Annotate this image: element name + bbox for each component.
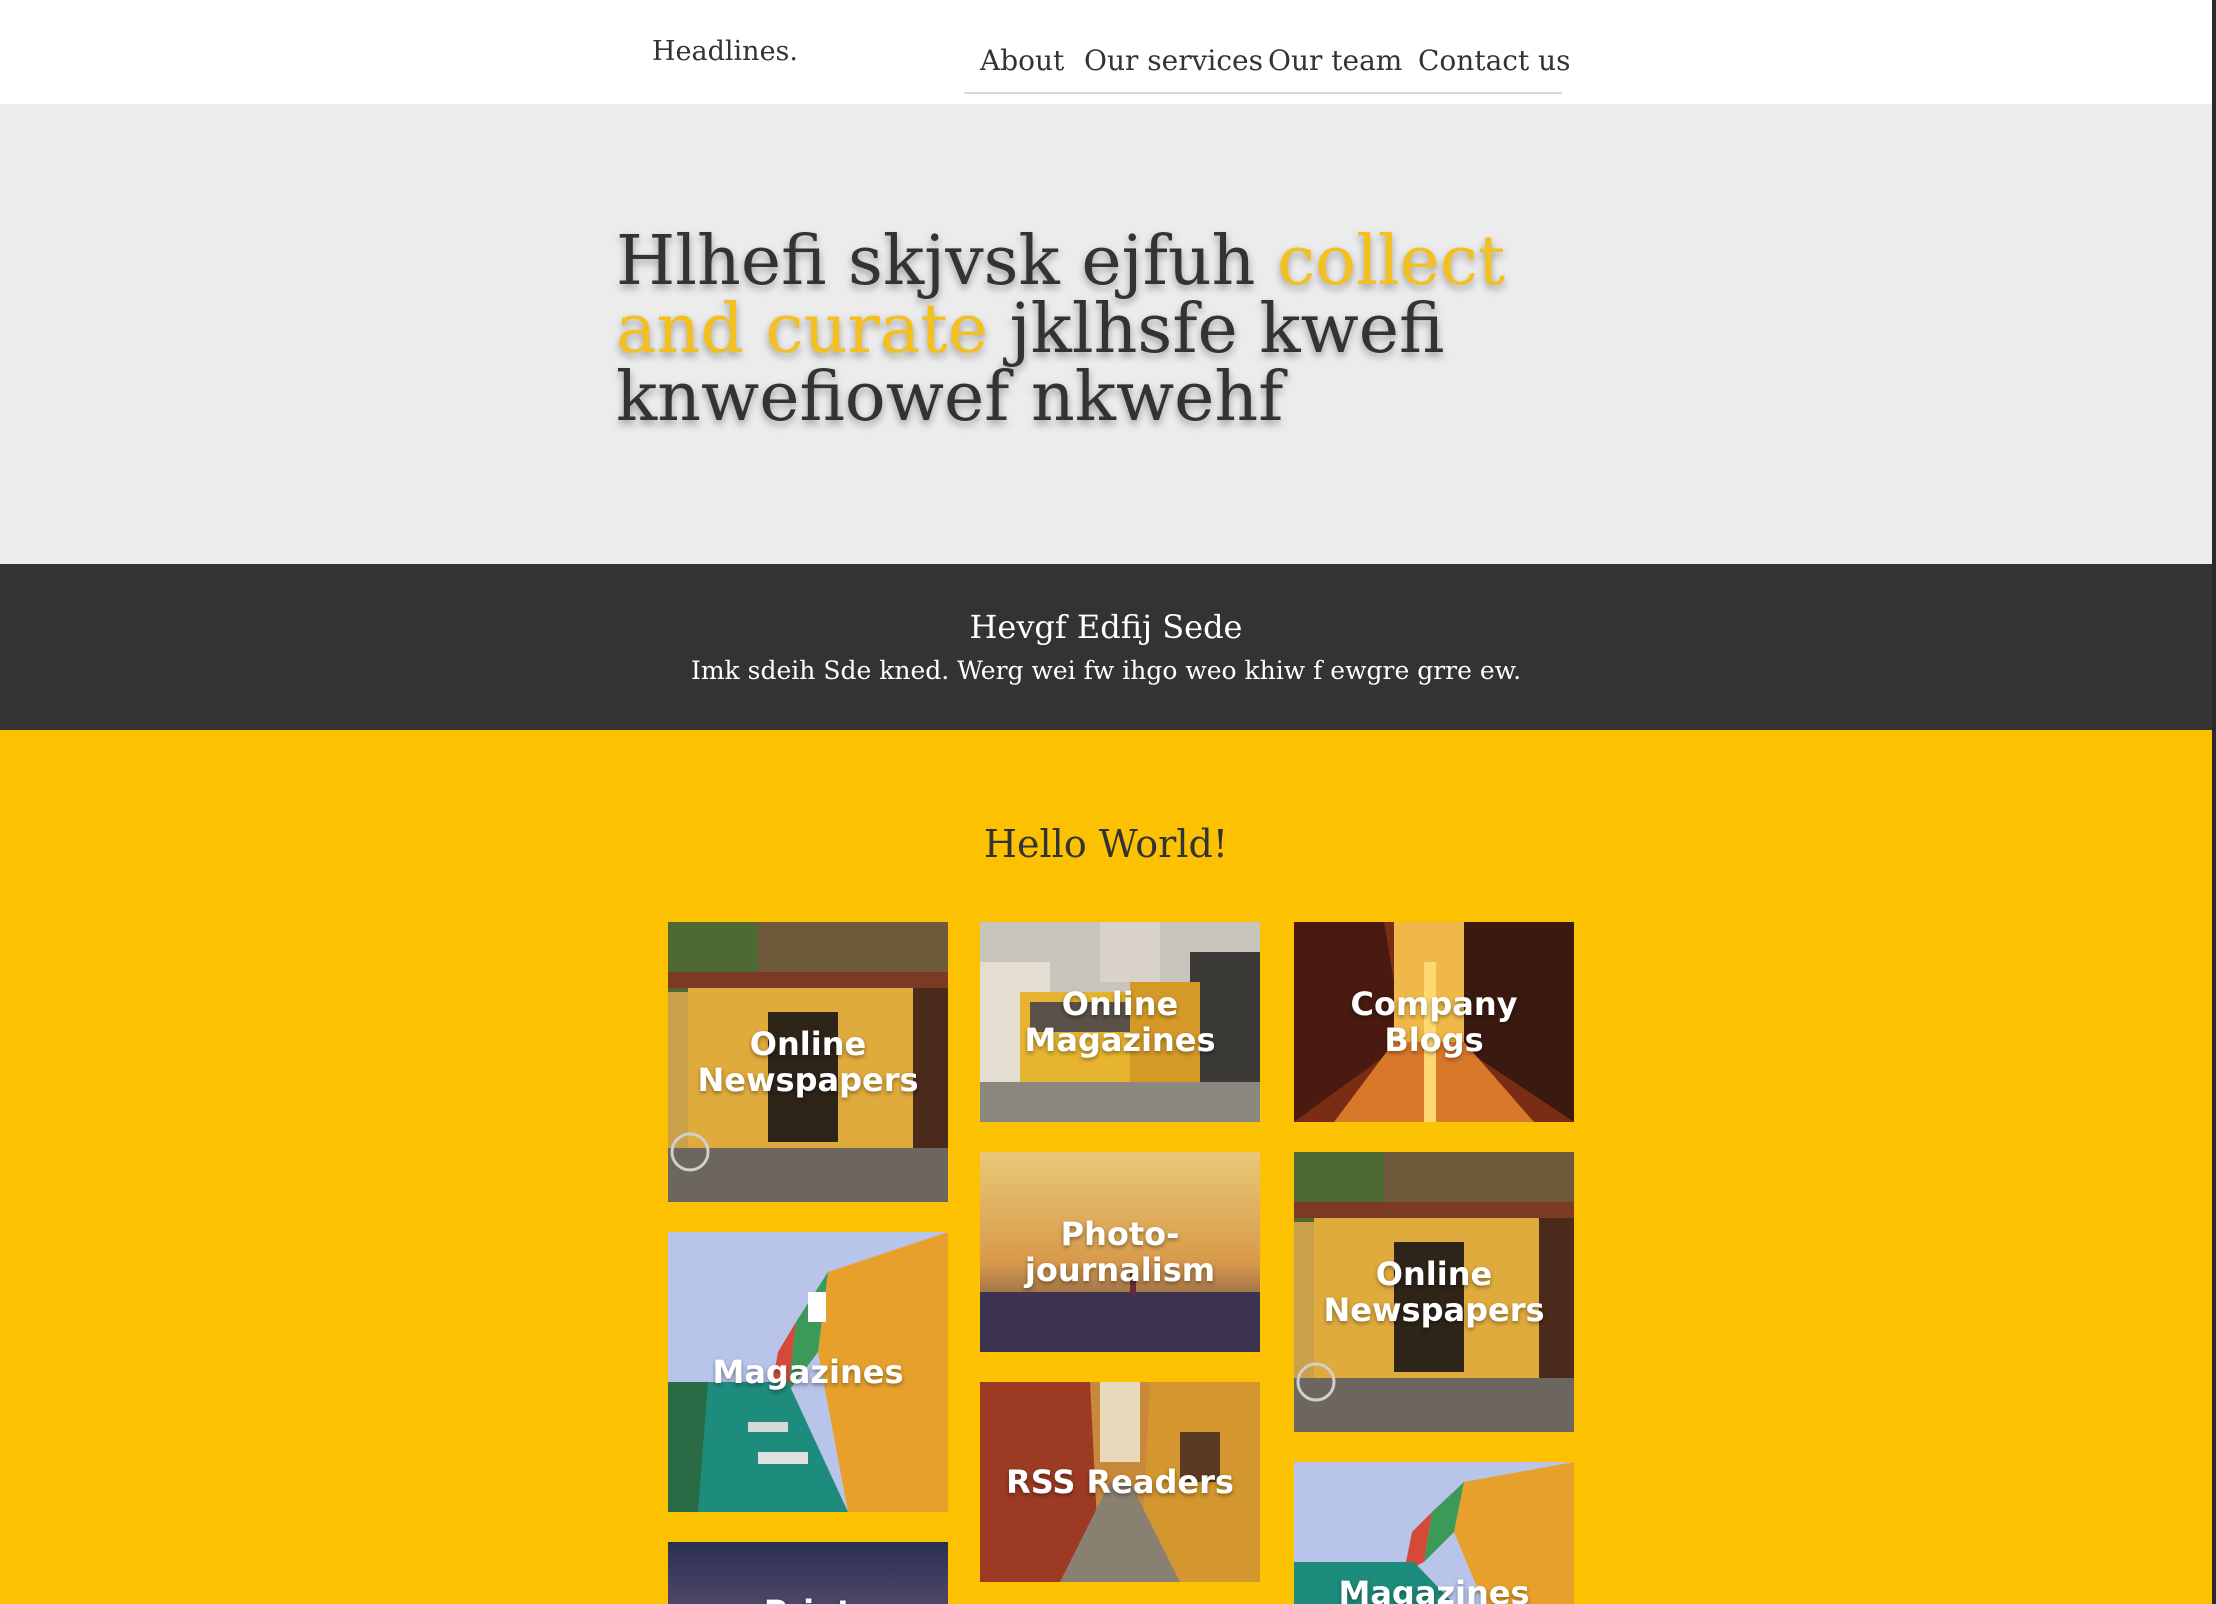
tile-rss-readers[interactable]: RSS Readers: [980, 1382, 1260, 1582]
tile-online-magazines[interactable]: Online Magazines: [980, 922, 1260, 1122]
tile-print[interactable]: Print: [668, 1542, 948, 1604]
hero-headline: Hlhefi skjvsk ejfuh collect and curate j…: [616, 228, 1616, 432]
site-header: Headlines. About Our services Our team C…: [0, 0, 2216, 104]
tile-label: Magazines: [1338, 1574, 1530, 1604]
page-scrollbar[interactable]: [2212, 0, 2216, 1604]
tile-company-blogs[interactable]: Company Blogs: [1294, 922, 1574, 1122]
gallery-title: Hello World!: [983, 822, 1229, 866]
tile-online-newspapers-2[interactable]: Online Newspapers: [1294, 1152, 1574, 1432]
tile-label: Print: [693, 1594, 923, 1604]
brand-logo[interactable]: Headlines.: [652, 36, 798, 67]
band-title: Hevgf Edfij Sede: [969, 608, 1243, 646]
hero-section: Hlhefi skjvsk ejfuh collect and curate j…: [0, 104, 2212, 564]
tile-label: RSS Readers: [1006, 1463, 1234, 1501]
tile-magazines-2[interactable]: Magazines: [1294, 1462, 1574, 1604]
gallery-section: Hello World! Online Newspapers Magazines…: [0, 730, 2212, 1604]
tile-label: Magazines: [712, 1353, 904, 1391]
nav-about[interactable]: About: [980, 44, 1064, 77]
tile-online-newspapers[interactable]: Online Newspapers: [668, 922, 948, 1202]
tile-label: Online Newspapers: [1323, 1255, 1545, 1329]
tile-label: Company Blogs: [1350, 985, 1518, 1059]
tile-photo-journalism[interactable]: Photo-journalism: [980, 1152, 1260, 1352]
tile-label: Online Newspapers: [697, 1025, 919, 1099]
nav-our-team[interactable]: Our team: [1268, 44, 1402, 77]
tile-label: Online Magazines: [1024, 985, 1216, 1059]
tile-magazines[interactable]: Magazines: [668, 1232, 948, 1512]
nav-our-services[interactable]: Our services: [1084, 44, 1263, 77]
nav-contact-us[interactable]: Contact us: [1418, 44, 1571, 77]
band-subtitle: Imk sdeih Sde kned. Werg wei fw ihgo weo…: [690, 656, 1522, 685]
main-nav: About Our services Our team Contact us: [964, 40, 1571, 94]
intro-band: Hevgf Edfij Sede Imk sdeih Sde kned. Wer…: [0, 564, 2212, 730]
tile-label: Photo-journalism: [1024, 1215, 1216, 1289]
